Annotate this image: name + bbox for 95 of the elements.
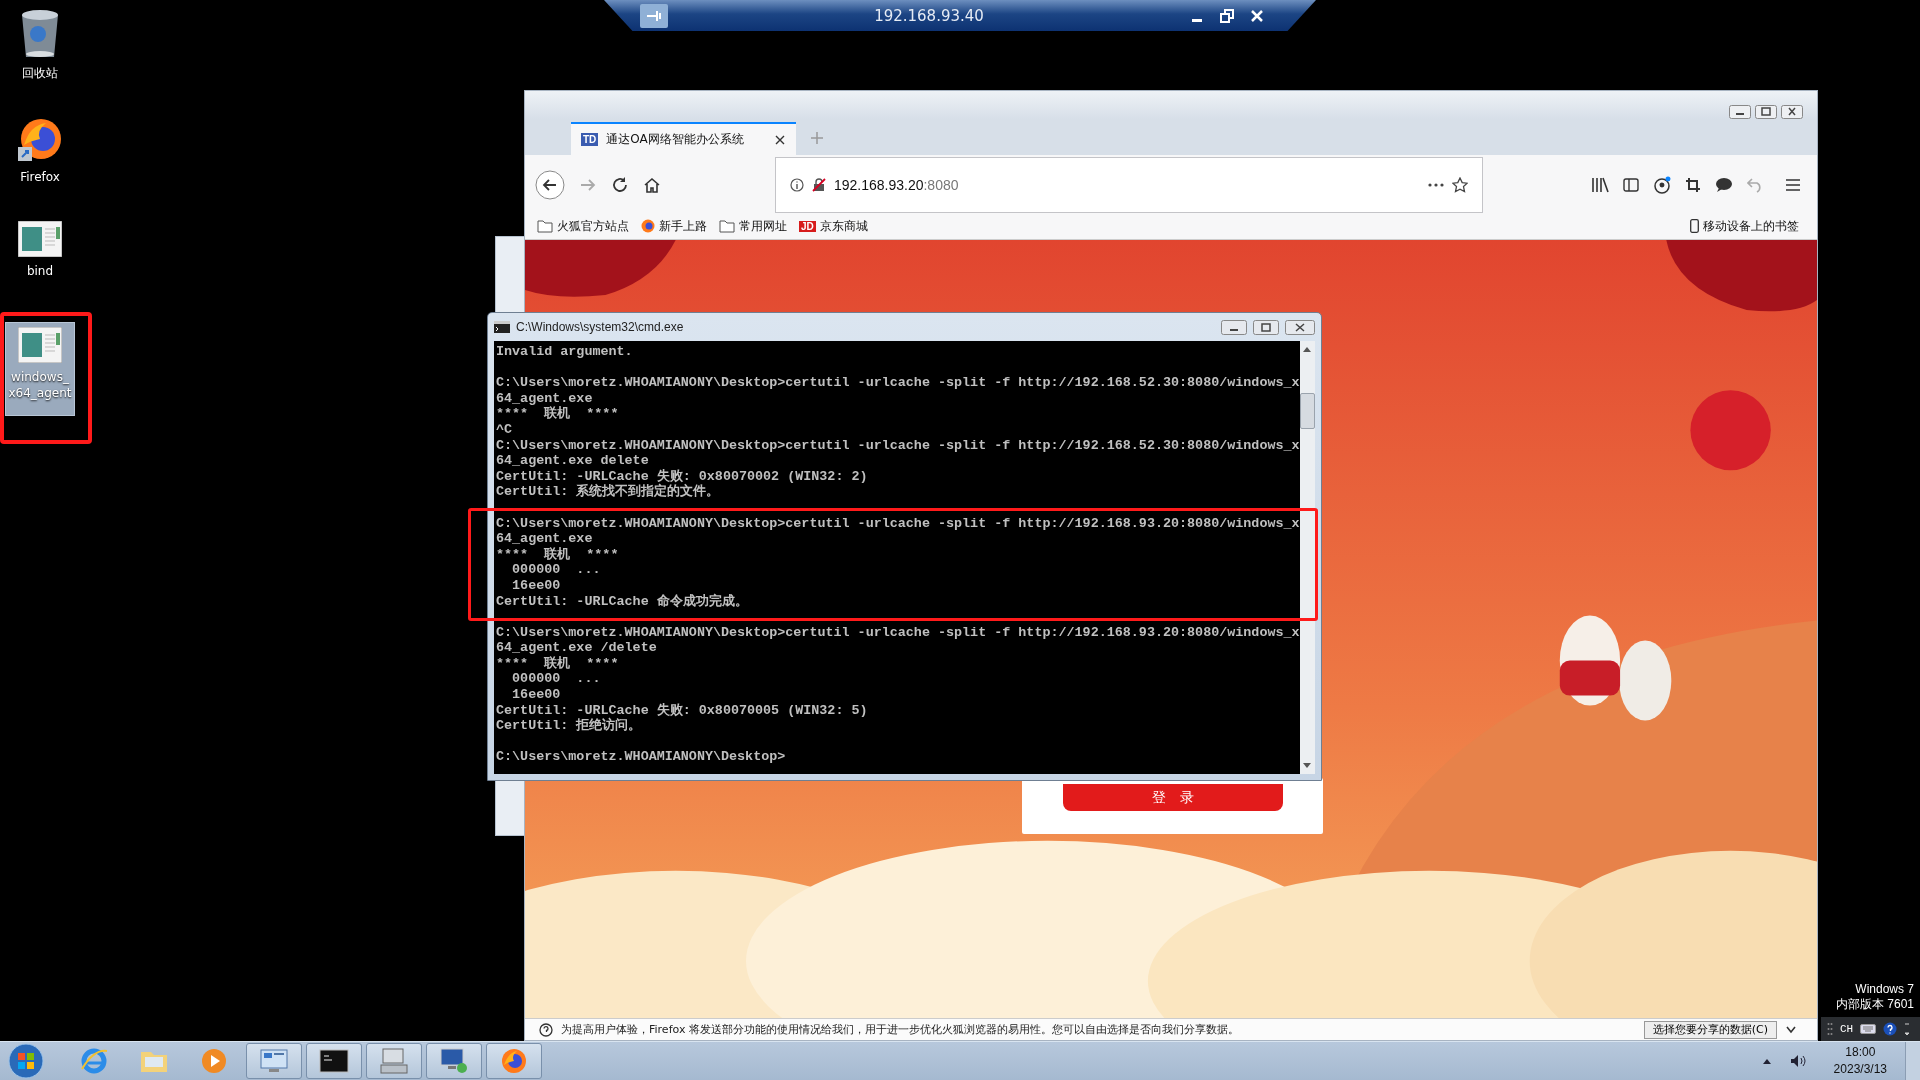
more-icon[interactable] [1428,182,1445,188]
console-line: C:\Users\moretz.WHOAMIANONY\Desktop>certutil -urlcache -split -f http://192.168.93.20:8080/windows_x [496,624,1300,641]
program-window-icon [18,221,62,257]
site-favicon: TD [581,133,599,146]
maximize-icon[interactable] [1755,105,1777,119]
console-line: 64_agent.exe [496,531,594,547]
console-line: CertUtil: 系统找不到指定的文件。 [496,484,721,500]
network-computer-icon [439,1047,469,1075]
library-icon[interactable] [1591,177,1610,193]
console-line: ^C [496,421,514,438]
url-text: 192.168.93.20:8080 [833,177,959,193]
insecure-lock-icon [811,178,826,192]
minimize-icon[interactable] [1221,319,1247,335]
taskbar-button[interactable] [306,1043,362,1079]
sidebar-icon[interactable] [1623,177,1640,193]
console-line: CertUtil: -URLCache 失败: 0x80070005 (WIN32: 5) [496,702,869,718]
watermark-text: Windows 7 [1855,982,1914,997]
computer-icon [379,1047,409,1075]
account-icon[interactable] [1653,176,1672,194]
console-line: **** 联机 **** [496,655,620,672]
menu-icon[interactable] [1785,178,1802,192]
keyboard-icon[interactable] [1860,1024,1877,1034]
program-window-icon [18,327,62,363]
notification-text: 为提高用户体验，Firefox 将发送部分功能的使用情况给我们，用于进一步优化火狐浏览器的易用性。您可以自由选择是否向我们分享数据。 [561,1022,1239,1037]
console-line: 64_agent.exe /delete [496,640,658,656]
drag-handle-icon[interactable] [1827,1022,1833,1036]
clock[interactable]: 18:00 2023/3/13 [1833,1044,1887,1078]
console-line: C:\Users\moretz.WHOAMIANONY\Desktop> [496,749,787,766]
console-line: 64_agent.exe [496,390,594,406]
bookmark-item[interactable]: 新手上路 [641,217,707,235]
scrollbar[interactable] [1299,341,1315,774]
star-icon[interactable] [1452,177,1469,193]
volume-icon[interactable] [1789,1054,1806,1068]
scroll-down-icon[interactable] [1302,762,1313,770]
chat-bubble-icon[interactable] [1715,177,1734,193]
console-line: 16ee00 [511,687,562,703]
desktop-icon[interactable]: Firefox [5,110,75,204]
console-line: C:\Users\moretz.WHOAMIANONY\Desktop>certutil -urlcache -split -f http://192.168.52.30:8080/windows_x [496,375,1300,391]
console-line: C:\Users\moretz.WHOAMIANONY\Desktop>certutil -urlcache -split -f http://192.168.52.30:8080/windows_x [496,437,1300,454]
site-favicon: JD [799,220,816,232]
bookmark-item[interactable]: JD 京东商城 [799,217,868,235]
connection-title: 192.168.93.40 [873,6,985,25]
options-icon[interactable] [1904,1023,1911,1035]
bookmark-item[interactable]: 移动设备上的书签 [1690,217,1799,235]
back-icon[interactable] [535,170,565,200]
desktop-icon[interactable]: bind [5,216,75,310]
console-line: **** 联机 **** [496,546,620,563]
monitor-icon [259,1048,289,1074]
crop-icon[interactable] [1685,177,1702,193]
watermark-text: 内部版本 7601 [1835,997,1914,1012]
minimize-icon[interactable] [1729,105,1751,119]
icon-label: 回收站 [22,65,58,81]
show-hidden-icons-icon[interactable] [1761,1057,1772,1065]
console-line: 000000 ... [511,562,602,578]
home-icon[interactable] [642,176,661,194]
window-title: C:\Windows\system32\cmd.exe [516,320,684,334]
icon-label: Firefox [20,169,60,185]
phone-icon [1690,219,1699,233]
address-bar[interactable]: 192.168.93.20:8080 [774,157,1484,213]
info-icon[interactable] [789,178,804,192]
media-player-icon [200,1047,228,1075]
console-line: 16ee00 [511,577,562,594]
icon-label: bind [26,263,54,279]
console-line: CertUtil: -URLCache 命令成功完成。 [496,593,749,610]
bookmark-item[interactable]: 常用网址 [719,217,787,235]
console-line: **** 联机 **** [496,406,620,422]
bookmark-item[interactable]: 火狐官方站点 [537,217,629,235]
folder-icon [537,219,553,233]
help-icon [539,1022,553,1037]
ie-icon [80,1047,108,1075]
help-icon[interactable] [1883,1022,1898,1036]
icon-label: windows_x64_agent [8,369,72,401]
console-line: 64_agent.exe delete [496,453,650,469]
login-button[interactable]: 登 录 [1062,784,1283,811]
browser-tab[interactable]: TD 通达OA网络智能办公系统 [571,122,796,155]
reload-icon[interactable] [610,176,629,194]
scroll-up-icon[interactable] [1302,345,1313,353]
firefox-icon [500,1047,528,1075]
start-button[interactable] [8,1043,44,1079]
console-line: CertUtil: 拒绝访问。 [496,718,643,734]
console-line: C:\Users\moretz.WHOAMIANONY\Desktop>certutil -urlcache -split -f http://192.168.93.20:8080/windows_x [496,515,1300,532]
maximize-icon[interactable] [1253,319,1279,335]
restore-icon[interactable] [1220,8,1234,23]
console-line: Invalid argument. [496,344,634,360]
desktop-icon[interactable]: 回收站 [5,4,75,98]
console-icon [494,321,510,333]
pin-icon[interactable] [640,3,668,28]
firefox-icon [641,219,655,233]
folder-icon [719,219,735,233]
console-icon [319,1049,349,1073]
console-line: CertUtil: -URLCache 失败: 0x80070002 (WIN32: 2) [496,468,869,484]
share-data-button[interactable]: 选择您要分享的数据(C) [1643,1020,1777,1039]
console-line: 000000 ... [511,671,602,688]
scrollbar-thumb[interactable] [1299,393,1315,429]
input-language[interactable]: CH [1840,1023,1854,1035]
